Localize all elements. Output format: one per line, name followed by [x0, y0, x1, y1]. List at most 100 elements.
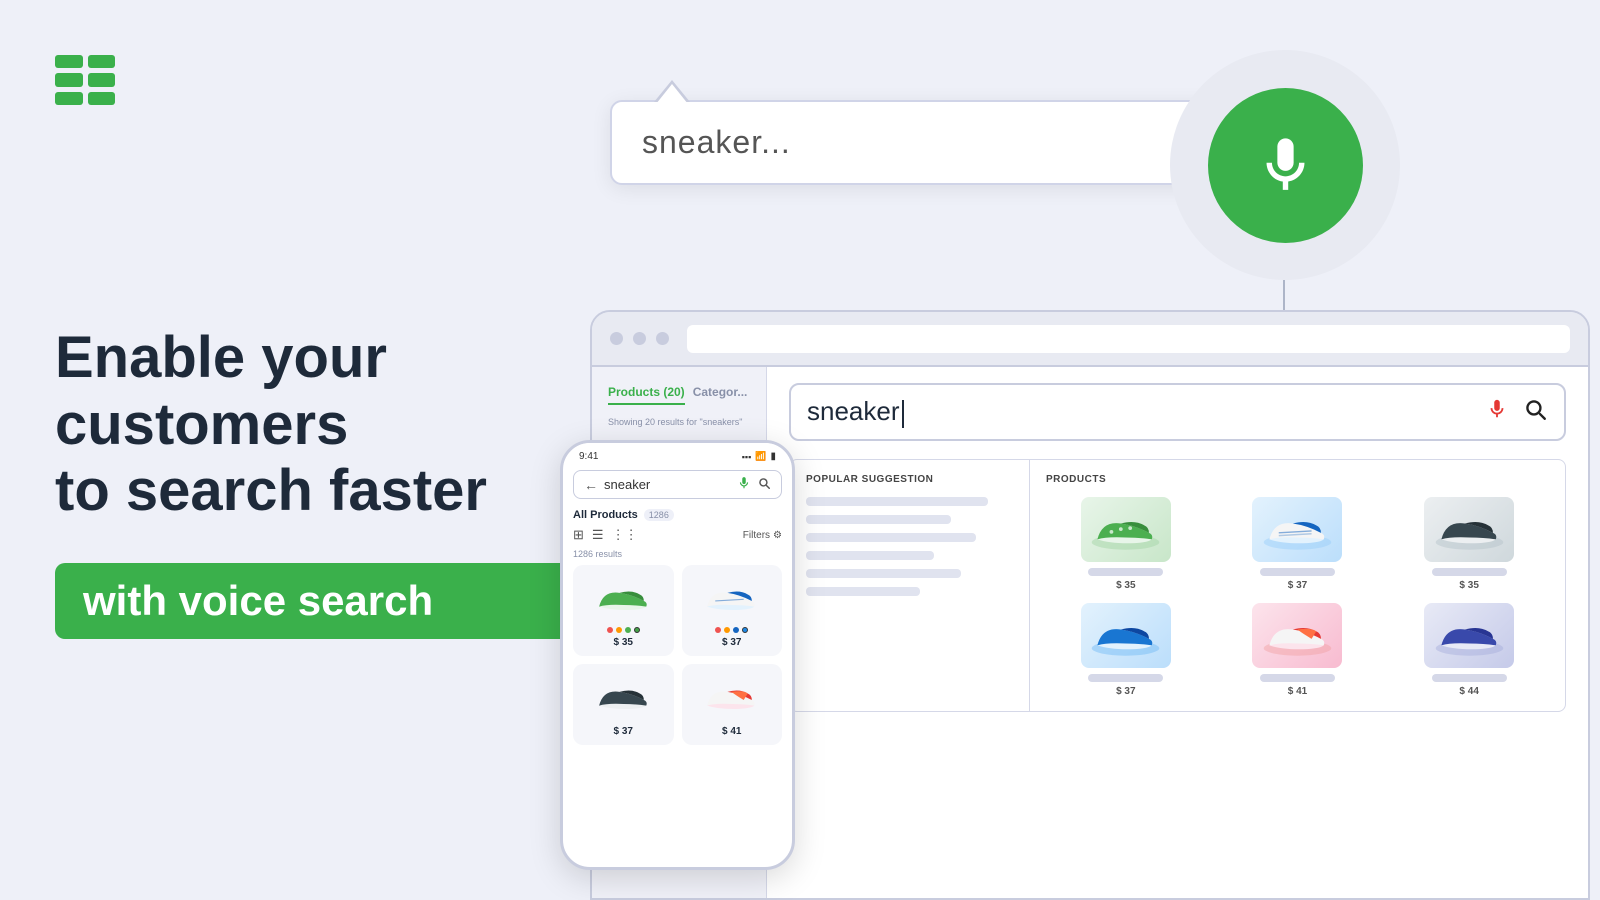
color-dot	[724, 627, 730, 633]
list-view-icon[interactable]: ☰	[592, 527, 604, 543]
products-grid: $ 35	[1046, 497, 1549, 697]
product-price-2: $ 37	[1288, 580, 1307, 591]
tab-products[interactable]: Products (20)	[608, 385, 685, 405]
product-card-1[interactable]: $ 35	[1046, 497, 1206, 591]
product-price-1: $ 35	[1116, 580, 1135, 591]
popular-title: POPULAR SUGGESTION	[806, 474, 1013, 485]
showing-text: Showing 20 results for "sneakers"	[608, 417, 750, 427]
pop-bar-5	[806, 569, 961, 578]
product-name-bar-2	[1260, 568, 1335, 576]
product-image-1	[1081, 497, 1171, 562]
product-count-badge: 1286	[644, 509, 674, 521]
mobile-mic-icon[interactable]	[737, 476, 751, 493]
mobile-time: 9:41	[579, 451, 598, 462]
suggestion-panel: POPULAR SUGGESTION PRODUCTS	[789, 459, 1566, 712]
all-products-text: All Products	[573, 509, 638, 521]
mobile-price-3: $ 37	[614, 726, 633, 737]
browser-dot-3	[656, 332, 669, 345]
mic-circle-inner[interactable]	[1208, 88, 1363, 243]
product-name-bar-3	[1432, 568, 1507, 576]
logo	[55, 55, 575, 105]
color-dot	[742, 627, 748, 633]
color-dot	[634, 627, 640, 633]
back-arrow-icon[interactable]: ←	[584, 477, 598, 493]
browser-url-bar[interactable]	[687, 325, 1570, 353]
product-card-5[interactable]: $ 41	[1218, 603, 1378, 697]
results-count: 1286 results	[563, 549, 792, 565]
all-products-header: All Products 1286	[563, 507, 792, 525]
browser-header	[592, 312, 1588, 367]
mobile-shoe-image-3	[588, 672, 658, 722]
browser-dot-2	[633, 332, 646, 345]
product-image-5	[1252, 603, 1342, 668]
mobile-shoe-image-4	[697, 672, 767, 722]
mobile-price-2: $ 37	[722, 637, 741, 648]
headline-line2: customers	[55, 392, 575, 459]
voice-search-input[interactable]: sneaker...	[642, 124, 1258, 161]
product-price-6: $ 44	[1459, 686, 1478, 697]
color-dot	[607, 627, 613, 633]
desktop-search-bar[interactable]: sneaker	[789, 383, 1566, 441]
search-icon[interactable]	[1522, 396, 1548, 429]
product-price-4: $ 37	[1116, 686, 1135, 697]
product-price-5: $ 41	[1288, 686, 1307, 697]
pop-bar-2	[806, 515, 951, 524]
pop-bar-4	[806, 551, 934, 560]
mic-circle-outer[interactable]	[1170, 50, 1400, 280]
desktop-search-input[interactable]: sneaker	[807, 396, 1486, 427]
color-dot	[625, 627, 631, 633]
mobile-product-card-4[interactable]: $ 41	[682, 664, 783, 745]
product-card-6[interactable]: $ 44	[1389, 603, 1549, 697]
signal-icon: 📶	[755, 451, 766, 462]
mic-icon-red[interactable]	[1486, 398, 1508, 426]
pop-bar-6	[806, 587, 920, 596]
sidebar-tabs: Products (20) Categor...	[608, 385, 750, 405]
view-options: ⊞ ☰ ⋮⋮ Filters ⚙	[563, 525, 792, 549]
mobile-price-1: $ 35	[614, 637, 633, 648]
product-card-4[interactable]: $ 37	[1046, 603, 1206, 697]
color-dots-1	[607, 627, 640, 633]
pop-bars	[806, 497, 1013, 596]
voice-badge: with voice search	[55, 563, 575, 639]
headline-line1: Enable your	[55, 325, 575, 392]
mobile-status-bar: 9:41 ▪▪▪ 📶 ▮	[563, 443, 792, 466]
grid-view-icon[interactable]: ⊞	[573, 527, 584, 543]
product-name-bar-4	[1088, 674, 1163, 682]
battery-icon: ▮	[770, 451, 776, 462]
product-card-3[interactable]: $ 35	[1389, 497, 1549, 591]
mobile-search-icon[interactable]	[757, 476, 771, 493]
color-dots-2	[715, 627, 748, 633]
mobile-product-card-3[interactable]: $ 37	[573, 664, 674, 745]
product-image-6	[1424, 603, 1514, 668]
mobile-search-input[interactable]: sneaker	[604, 477, 731, 492]
pop-bar-3	[806, 533, 976, 542]
products-panel: PRODUCTS	[1030, 460, 1565, 711]
tab-categories[interactable]: Categor...	[693, 385, 748, 405]
mobile-price-4: $ 41	[722, 726, 741, 737]
microphone-icon	[1253, 133, 1318, 198]
product-name-bar-6	[1432, 674, 1507, 682]
products-title: PRODUCTS	[1046, 474, 1549, 485]
mobile-product-card-1[interactable]: $ 35	[573, 565, 674, 656]
cols-view-icon[interactable]: ⋮⋮	[612, 527, 638, 543]
headline: Enable your customers to search faster	[55, 325, 575, 525]
mobile-product-card-2[interactable]: $ 37	[682, 565, 783, 656]
mobile-filters-button[interactable]: Filters ⚙	[743, 530, 782, 541]
product-name-bar-5	[1260, 674, 1335, 682]
logo-icon	[55, 55, 115, 105]
pop-bar-1	[806, 497, 988, 506]
mobile-products-grid: $ 35 $ 37	[563, 565, 792, 745]
left-panel: Enable your customers to search faster w…	[55, 0, 575, 900]
product-image-2	[1252, 497, 1342, 562]
color-dot	[715, 627, 721, 633]
browser-dot-1	[610, 332, 623, 345]
product-image-4	[1081, 603, 1171, 668]
mobile-shoe-image-1	[588, 573, 658, 623]
mobile-search-bar[interactable]: ← sneaker	[573, 470, 782, 499]
product-image-3	[1424, 497, 1514, 562]
product-card-2[interactable]: $ 37	[1218, 497, 1378, 591]
color-dot	[733, 627, 739, 633]
mobile-mockup: 9:41 ▪▪▪ 📶 ▮ ← sneaker	[560, 440, 795, 870]
popular-suggestions: POPULAR SUGGESTION	[790, 460, 1030, 711]
mobile-status-icons: ▪▪▪ 📶 ▮	[742, 451, 776, 462]
